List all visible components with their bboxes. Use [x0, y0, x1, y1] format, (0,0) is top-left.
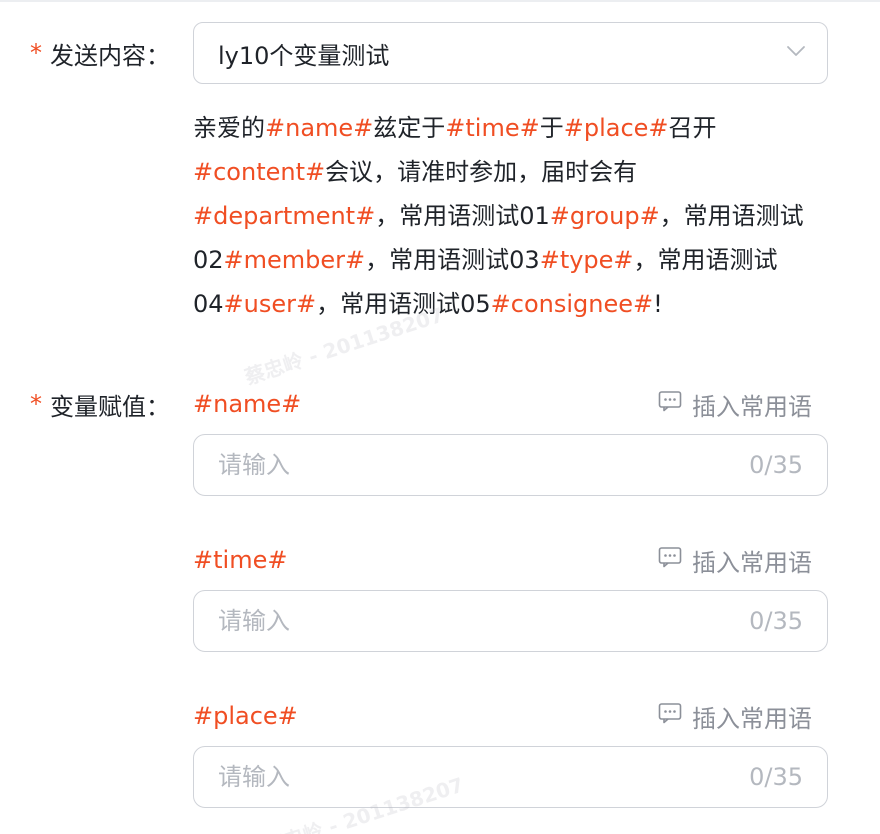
insert-phrase-button[interactable]: 插入常用语	[658, 696, 812, 736]
send-content-label-text: 发送内容：	[50, 41, 170, 70]
insert-phrase-button[interactable]: 插入常用语	[658, 384, 812, 424]
chevron-down-icon	[785, 40, 807, 66]
template-text-segment: 会议，请准时参加，届时会有	[325, 158, 638, 186]
template-text-segment: ，常用语测试03	[365, 246, 540, 274]
variable-input-field: 0/35	[193, 434, 828, 496]
template-preview-text: 亲爱的#name#兹定于#time#于#place#召开 #content#会议，…	[193, 106, 823, 326]
insert-phrase-label: 插入常用语	[692, 704, 812, 733]
char-counter: 0/35	[749, 763, 803, 791]
template-variable: #department#	[193, 202, 376, 230]
template-text-segment: 召开	[668, 114, 717, 142]
send-content-label: * 发送内容：	[30, 33, 170, 73]
template-variable: #user#	[223, 290, 317, 318]
assign-variables-label-text: 变量赋值：	[50, 392, 170, 421]
template-variable: #type#	[539, 246, 634, 274]
variable-input[interactable]	[218, 451, 750, 479]
insert-phrase-button[interactable]: 插入常用语	[658, 540, 812, 580]
variable-name: #place#	[193, 702, 298, 730]
template-text-segment: 于	[539, 114, 564, 142]
char-counter: 0/35	[749, 607, 803, 635]
template-text-segment: !	[653, 290, 663, 318]
variable-name: #name#	[193, 390, 302, 418]
template-text-segment: ，常用语测试01	[375, 202, 550, 230]
top-divider	[0, 0, 880, 2]
template-variable: #member#	[223, 246, 366, 274]
template-select[interactable]: ly10个变量测试	[193, 22, 828, 84]
template-text-segment: ，常用语测试05	[316, 290, 491, 318]
insert-phrase-label: 插入常用语	[692, 392, 812, 421]
template-variable: #place#	[563, 114, 669, 142]
template-variable: #name#	[265, 114, 374, 142]
template-variable: #time#	[445, 114, 540, 142]
template-variable: #consignee#	[490, 290, 654, 318]
variable-name: #time#	[193, 546, 288, 574]
variable-input-field: 0/35	[193, 746, 828, 808]
template-variable: #group#	[549, 202, 660, 230]
variable-input[interactable]	[218, 763, 750, 791]
template-text-segment: 亲爱的	[193, 114, 265, 142]
insert-phrase-label: 插入常用语	[692, 548, 812, 577]
message-icon	[658, 390, 682, 418]
variable-input[interactable]	[218, 607, 750, 635]
template-variable: #content#	[193, 158, 326, 186]
message-icon	[658, 546, 682, 574]
variable-input-field: 0/35	[193, 590, 828, 652]
template-text-segment: 兹定于	[373, 114, 446, 142]
required-mark: *	[30, 39, 42, 67]
char-counter: 0/35	[749, 451, 803, 479]
message-icon	[658, 702, 682, 730]
assign-variables-label: * 变量赋值：	[30, 384, 170, 424]
required-mark: *	[30, 390, 42, 418]
template-select-value: ly10个变量测试	[218, 41, 390, 70]
